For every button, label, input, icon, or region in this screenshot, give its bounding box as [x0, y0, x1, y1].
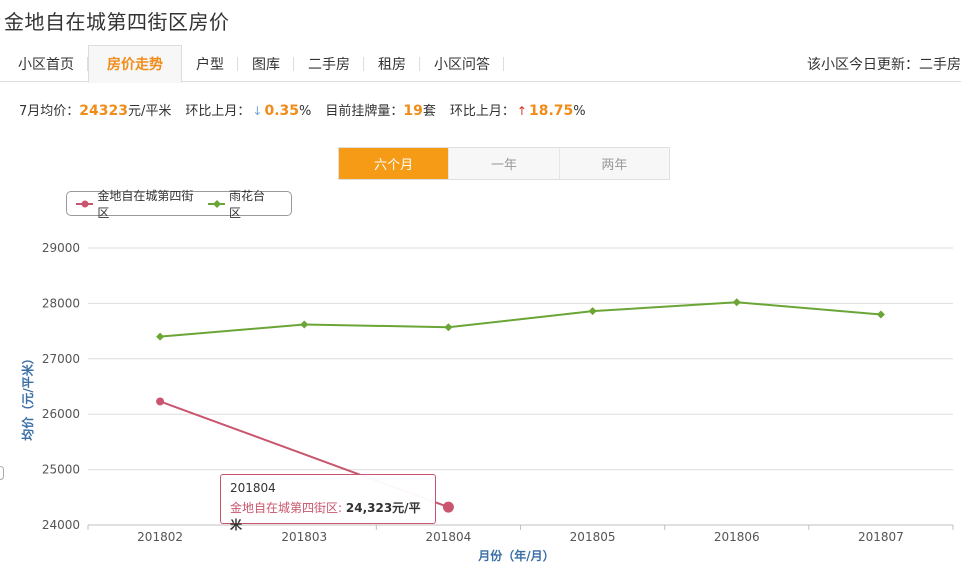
- y-axis-title: 均价（元/平米）: [20, 352, 35, 440]
- legend-item-community[interactable]: 金地自在城第四街区: [75, 187, 197, 221]
- chart-legend: 金地自在城第四街区 雨花台区: [66, 189, 292, 220]
- x-tick-label: 201806: [714, 530, 760, 544]
- scroll-handle[interactable]: [0, 466, 4, 480]
- diamond-marker-icon: [207, 199, 225, 208]
- legend-item-district[interactable]: 雨花台区: [207, 187, 273, 221]
- data-point: [156, 397, 165, 406]
- legend-label-district: 雨花台区: [228, 188, 265, 220]
- y-tick-label: 27000: [42, 352, 80, 366]
- data-point: [300, 320, 309, 329]
- data-point: [588, 307, 597, 316]
- y-tick-label: 28000: [42, 296, 80, 310]
- x-tick-label: 201802: [137, 530, 183, 544]
- chart-tooltip: 201804 金地自在城第四街区: 24,323元/平米: [220, 474, 436, 532]
- y-tick-label: 25000: [42, 463, 80, 477]
- tooltip-month: 201804: [230, 481, 276, 495]
- tooltip-series-name: 金地自在城第四街区: [230, 501, 339, 515]
- data-point: [732, 298, 741, 307]
- circle-marker-icon: [76, 200, 94, 207]
- x-tick-label: 201805: [570, 530, 616, 544]
- legend-label-community: 金地自在城第四街区: [97, 188, 194, 220]
- data-point: [442, 501, 454, 513]
- x-axis-title: 月份（年/月）: [477, 548, 554, 563]
- series-line-1: [159, 301, 882, 338]
- price-trend-chart: 24000 25000 26000 27000 28000 29000 201802 2018…: [20, 241, 954, 563]
- x-tick-label: 201807: [858, 530, 904, 544]
- y-tick-label: 26000: [42, 407, 80, 421]
- data-point: [876, 310, 885, 319]
- x-tick-label: 201804: [426, 530, 472, 544]
- data-point: [156, 332, 165, 341]
- data-point: [444, 323, 453, 332]
- y-tick-label: 29000: [42, 241, 80, 255]
- y-tick-label: 24000: [42, 518, 80, 532]
